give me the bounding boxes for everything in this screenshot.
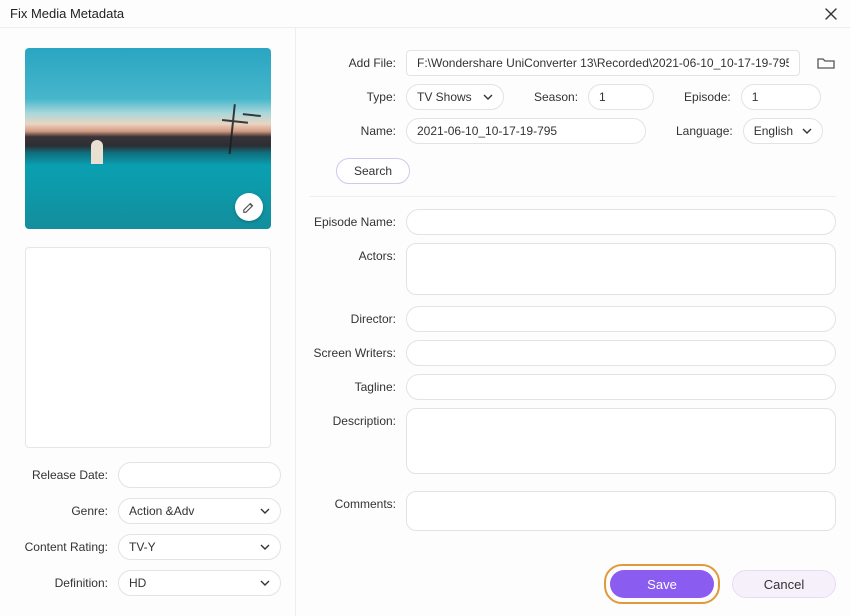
definition-select[interactable]: HD: [118, 570, 281, 596]
description-label: Description:: [310, 408, 406, 428]
folder-icon: [817, 56, 835, 70]
language-label: Language:: [676, 124, 733, 138]
director-input[interactable]: [406, 306, 836, 332]
language-select[interactable]: English: [743, 118, 823, 144]
browse-folder-button[interactable]: [816, 55, 836, 71]
chevron-down-icon: [802, 128, 812, 134]
episode-name-input[interactable]: [406, 209, 836, 235]
season-label: Season:: [534, 90, 578, 104]
save-button[interactable]: Save: [610, 570, 714, 598]
director-label: Director:: [310, 312, 406, 326]
episode-name-label: Episode Name:: [310, 215, 406, 229]
comments-label: Comments:: [310, 491, 406, 511]
comments-input[interactable]: [406, 491, 836, 531]
content-rating-value: TV-Y: [129, 540, 156, 554]
chevron-down-icon: [260, 544, 270, 550]
definition-value: HD: [129, 576, 146, 590]
footer-actions: Save Cancel: [604, 564, 836, 604]
description-input[interactable]: [406, 408, 836, 474]
screen-writers-label: Screen Writers:: [310, 346, 406, 360]
actors-label: Actors:: [310, 243, 406, 263]
content-rating-select[interactable]: TV-Y: [118, 534, 281, 560]
titlebar: Fix Media Metadata: [0, 0, 850, 28]
chevron-down-icon: [260, 580, 270, 586]
genre-label: Genre:: [14, 504, 118, 518]
content-rating-label: Content Rating:: [14, 540, 118, 554]
poster-placeholder[interactable]: [25, 247, 271, 448]
close-icon[interactable]: [822, 5, 840, 23]
chevron-down-icon: [483, 94, 493, 100]
left-panel: Release Date: Genre: Action &Adv C: [0, 28, 296, 616]
type-select[interactable]: TV Shows: [406, 84, 504, 110]
actors-input[interactable]: [406, 243, 836, 295]
right-panel: Add File: Type: TV Shows Seas: [296, 28, 850, 616]
tagline-label: Tagline:: [310, 380, 406, 394]
cancel-button[interactable]: Cancel: [732, 570, 836, 598]
release-date-input[interactable]: [118, 462, 281, 488]
media-thumbnail: [25, 48, 271, 229]
add-file-input[interactable]: [406, 50, 800, 76]
save-highlight: Save: [604, 564, 720, 604]
chevron-down-icon: [260, 508, 270, 514]
episode-input[interactable]: [741, 84, 821, 110]
edit-thumbnail-button[interactable]: [235, 193, 263, 221]
genre-select[interactable]: Action &Adv: [118, 498, 281, 524]
name-label: Name:: [310, 124, 406, 138]
tagline-input[interactable]: [406, 374, 836, 400]
window-title: Fix Media Metadata: [10, 6, 124, 21]
season-input[interactable]: [588, 84, 654, 110]
pencil-icon: [242, 200, 256, 214]
search-button[interactable]: Search: [336, 158, 410, 184]
episode-label: Episode:: [684, 90, 731, 104]
type-value: TV Shows: [417, 90, 472, 104]
genre-value: Action &Adv: [129, 504, 194, 518]
language-value: English: [754, 124, 793, 138]
screen-writers-input[interactable]: [406, 340, 836, 366]
divider: [310, 196, 836, 197]
type-label: Type:: [310, 90, 406, 104]
release-date-label: Release Date:: [14, 468, 118, 482]
add-file-label: Add File:: [310, 56, 406, 70]
name-input[interactable]: [406, 118, 646, 144]
definition-label: Definition:: [14, 576, 118, 590]
